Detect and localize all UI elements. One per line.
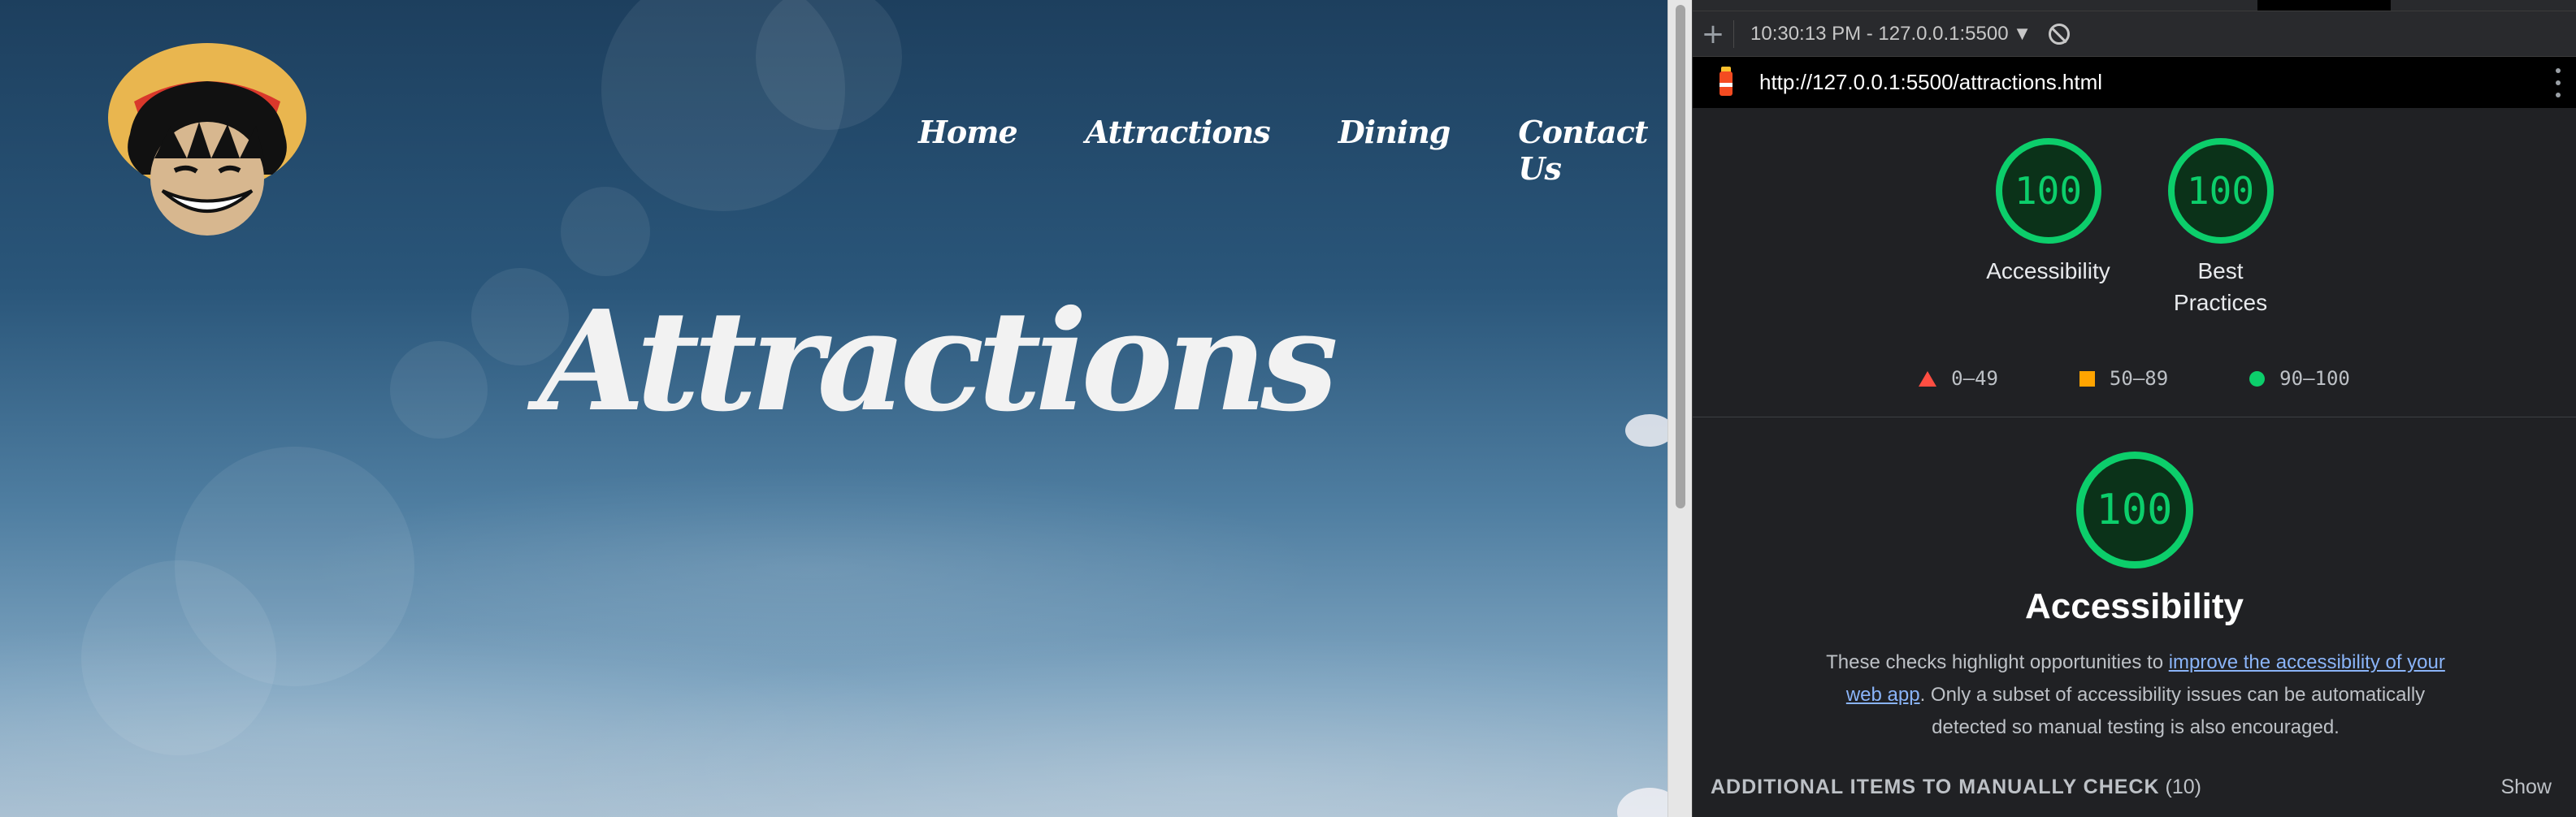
legend-average: 50–89: [2079, 367, 2168, 390]
nav-dining-link[interactable]: Dining: [1338, 114, 1451, 187]
report-select[interactable]: 10:30:13 PM - 127.0.0.1:5500 ▼: [1750, 23, 2027, 45]
score-label: Accessibility: [1986, 258, 2110, 283]
active-tab-indicator[interactable]: [2257, 0, 2391, 11]
category-description: These checks highlight opportunities to …: [1806, 646, 2465, 744]
block-icon[interactable]: [2049, 23, 2071, 45]
bokeh-light: [81, 560, 276, 755]
toolbar-divider: [1733, 19, 1734, 48]
plus-icon[interactable]: +: [1693, 20, 1733, 48]
devtools-tab-strip: [1693, 0, 2576, 11]
lighthouse-icon: [1714, 66, 1738, 99]
legend-pass: 90–100: [2249, 367, 2350, 390]
more-options-icon[interactable]: [2555, 68, 2561, 97]
cloud-edge: [1625, 414, 1667, 447]
cloud-edge: [1617, 788, 1667, 817]
bokeh-light: [561, 187, 650, 276]
page-title: Attractions: [538, 280, 1338, 443]
desc-text-after: . Only a subset of accessibility issues …: [1919, 684, 2426, 738]
circle-icon: [2249, 370, 2266, 387]
devtools-panel: + 10:30:13 PM - 127.0.0.1:5500 ▼ http://…: [1692, 0, 2576, 817]
website-viewport: Home Attractions Dining Contact Us Attra…: [0, 0, 1667, 817]
nav-attractions-link[interactable]: Attractions: [1086, 114, 1271, 187]
manual-check-title: ADDITIONAL ITEMS TO MANUALLY CHECK: [1711, 776, 2160, 798]
triangle-icon: [1919, 370, 1937, 387]
main-nav: Home Attractions Dining Contact Us: [918, 114, 1667, 187]
score-label: Best Practices: [2173, 258, 2268, 316]
website-scrollbar[interactable]: [1667, 0, 1692, 817]
nav-home-link[interactable]: Home: [918, 114, 1018, 187]
straw-hat-logo-icon[interactable]: [106, 37, 309, 240]
score-gauge: 100: [2167, 138, 2274, 244]
score-summary: 100 Accessibility 100 Best Practices: [1693, 138, 2576, 318]
show-toggle[interactable]: Show: [2500, 776, 2552, 799]
desc-text-before: These checks highlight opportunities to: [1826, 651, 2169, 673]
legend-fail: 0–49: [1919, 367, 1998, 390]
score-accessibility[interactable]: 100 Accessibility: [1984, 138, 2114, 318]
category-score-gauge: 100: [2075, 452, 2193, 568]
legend-average-range: 50–89: [2109, 367, 2169, 390]
score-best-practices[interactable]: 100 Best Practices: [2156, 138, 2286, 318]
square-icon: [2079, 370, 2095, 387]
category-title: Accessibility: [2024, 586, 2244, 626]
category-gauge-wrap: 100: [1693, 452, 2576, 568]
score-gauge: 100: [1995, 138, 2101, 244]
caret-down-icon: ▼: [2016, 25, 2028, 42]
report-select-label: 10:30:13 PM - 127.0.0.1:5500: [1750, 22, 2009, 45]
lighthouse-toolbar: + 10:30:13 PM - 127.0.0.1:5500 ▼: [1693, 11, 2576, 57]
manual-check-count: (10): [2165, 776, 2201, 798]
report-url-bar: http://127.0.0.1:5500/attractions.html: [1693, 57, 2576, 108]
manual-check-group[interactable]: ADDITIONAL ITEMS TO MANUALLY CHECK (10) …: [1711, 776, 2552, 799]
scrollbar-thumb[interactable]: [1676, 5, 1685, 508]
nav-contact-link[interactable]: Contact Us: [1518, 114, 1667, 187]
report-url[interactable]: http://127.0.0.1:5500/attractions.html: [1759, 70, 2102, 95]
bokeh-light: [390, 341, 488, 439]
manual-check-heading: ADDITIONAL ITEMS TO MANUALLY CHECK (10): [1711, 776, 2201, 799]
legend-pass-range: 90–100: [2279, 367, 2350, 390]
legend-fail-range: 0–49: [1951, 367, 1998, 390]
score-scale-legend: 0–49 50–89 90–100: [1693, 367, 2576, 390]
